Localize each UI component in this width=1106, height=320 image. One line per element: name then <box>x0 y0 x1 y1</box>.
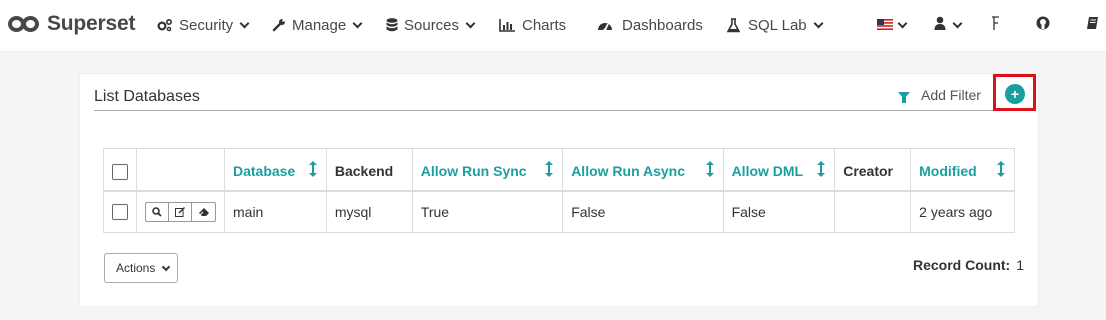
nav-charts[interactable]: Charts <box>499 14 566 36</box>
edit-icon <box>174 206 185 217</box>
cell-allow-run-async: False <box>562 190 724 233</box>
add-database-button[interactable]: + <box>1005 84 1025 104</box>
row-action-group <box>145 201 216 222</box>
record-count-label: Record Count: <box>912 257 1011 273</box>
actions-dropdown[interactable]: Actions <box>104 253 178 283</box>
chevron-down-icon <box>813 18 824 29</box>
superset-logo-icon <box>8 14 40 34</box>
actions-label: Actions <box>116 261 156 275</box>
database-icon <box>386 17 398 33</box>
filter-icon <box>898 91 910 103</box>
sort-icon <box>816 161 826 177</box>
add-filter-label: Add Filter <box>921 87 981 103</box>
row-actions-header <box>136 148 225 192</box>
dashboard-icon <box>597 19 613 32</box>
sort-icon <box>308 161 318 177</box>
edit-record-button[interactable] <box>169 202 192 221</box>
nav-sources[interactable]: Sources <box>386 14 476 36</box>
column-header-allow-run-sync[interactable]: Allow Run Sync <box>411 148 564 192</box>
cogs-icon <box>157 18 173 32</box>
nav-manage[interactable]: Manage <box>272 14 363 36</box>
github-icon <box>1036 16 1050 34</box>
cell-creator <box>834 190 912 233</box>
table-header-row: Database Backend Allow Run Sync Allow Ru… <box>103 148 1015 192</box>
github-link[interactable] <box>1036 14 1050 36</box>
chevron-down-icon <box>897 18 908 29</box>
page-title: List Databases <box>94 88 200 105</box>
row-actions-cell <box>136 190 225 233</box>
flask-icon <box>727 17 740 33</box>
select-all-checkbox[interactable] <box>112 163 128 180</box>
nav-security-label: Security <box>179 16 234 34</box>
row-checkbox[interactable] <box>112 204 128 221</box>
us-flag-icon <box>877 17 893 34</box>
sort-icon <box>705 161 715 177</box>
record-count-value: 1 <box>1016 257 1024 273</box>
top-navbar: Superset Security Manage Sources Charts … <box>0 0 1106 52</box>
column-header-allow-dml[interactable]: Allow DML <box>722 148 836 192</box>
bar-chart-icon <box>499 18 516 32</box>
sort-icon <box>544 161 554 177</box>
cell-database: main <box>224 190 327 233</box>
brand-name: Superset <box>47 12 136 35</box>
list-databases-panel: List Databases Add Filter + Database Bac… <box>79 73 1039 307</box>
nav-manage-label: Manage <box>292 16 347 34</box>
record-count: Record Count: 1 <box>913 257 1024 273</box>
chevron-down-icon <box>465 18 476 29</box>
column-header-creator: Creator <box>834 148 912 192</box>
search-icon <box>152 206 162 217</box>
chevron-down-icon <box>162 262 171 271</box>
cell-backend: mysql <box>325 190 413 233</box>
version-info[interactable] <box>990 14 1001 36</box>
column-header-backend: Backend <box>325 148 413 192</box>
user-menu[interactable] <box>934 14 963 36</box>
cell-allow-dml: False <box>722 190 836 233</box>
wrench-icon <box>272 18 286 32</box>
add-database-highlight: + <box>993 74 1036 111</box>
nav-sql-lab[interactable]: SQL Lab <box>727 14 824 36</box>
chevron-down-icon <box>952 18 963 29</box>
user-icon <box>934 16 946 34</box>
table-row: main mysql True False False 2 years ago <box>103 190 1015 233</box>
title-divider <box>94 110 1025 111</box>
nav-dashboards-label: Dashboards <box>622 16 703 34</box>
column-header-allow-run-async[interactable]: Allow Run Async <box>562 148 724 192</box>
column-header-modified[interactable]: Modified <box>910 148 1015 192</box>
docs-link[interactable] <box>1086 14 1099 36</box>
column-header-database[interactable]: Database <box>224 148 327 192</box>
row-select-cell <box>103 190 137 233</box>
nav-charts-label: Charts <box>522 16 567 34</box>
nav-sql-lab-label: SQL Lab <box>748 16 807 34</box>
cell-allow-run-sync: True <box>411 190 564 233</box>
add-filter-button[interactable]: Add Filter <box>898 87 981 103</box>
nav-sources-label: Sources <box>404 16 460 34</box>
sort-icon <box>996 161 1006 177</box>
docs-icon <box>1086 16 1099 34</box>
nav-dashboards[interactable]: Dashboards <box>597 14 703 36</box>
select-all-cell <box>103 148 137 192</box>
eraser-icon <box>198 208 209 217</box>
chevron-down-icon <box>239 18 250 29</box>
version-icon <box>990 15 1001 35</box>
brand[interactable]: Superset <box>8 12 135 36</box>
nav-security[interactable]: Security <box>157 14 250 36</box>
language-menu[interactable] <box>877 14 908 36</box>
delete-record-button[interactable] <box>192 203 215 221</box>
show-record-button[interactable] <box>146 202 169 221</box>
cell-modified: 2 years ago <box>910 190 1015 233</box>
databases-table: Database Backend Allow Run Sync Allow Ru… <box>103 148 1015 233</box>
chevron-down-icon <box>352 18 363 29</box>
